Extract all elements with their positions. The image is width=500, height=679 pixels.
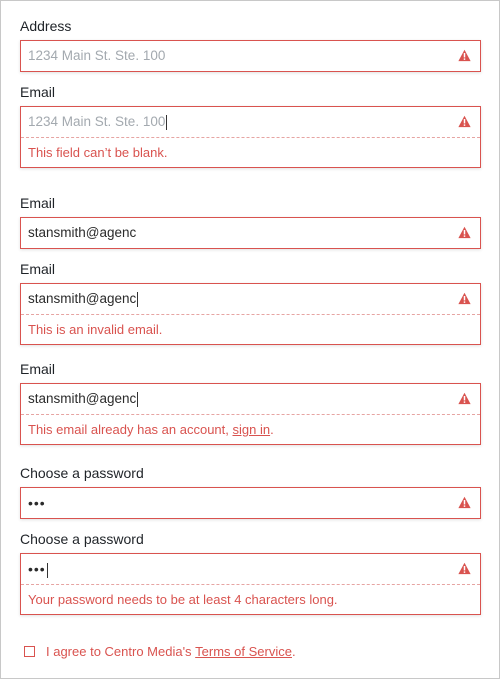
- password-label: Choose a password: [20, 465, 144, 481]
- email-field-group-invalid: Email stansmith@agenc This is an invalid…: [20, 260, 481, 345]
- text-caret: [46, 562, 48, 578]
- error-message: This is an invalid email.: [21, 314, 480, 344]
- email-label: Email: [20, 361, 56, 377]
- warning-triangle-icon: [458, 392, 471, 405]
- password-input[interactable]: •••: [20, 487, 481, 519]
- email-label: Email: [20, 261, 56, 277]
- email-input-blank[interactable]: 1234 Main St. Ste. 100 This field can’t …: [20, 106, 481, 168]
- error-text: This email already has an account,: [28, 422, 233, 437]
- email-value: stansmith@agenc: [28, 291, 137, 306]
- error-suffix: .: [270, 422, 274, 437]
- warning-triangle-icon: [458, 496, 471, 509]
- email-label: Email: [20, 195, 56, 211]
- warning-triangle-icon: [458, 115, 471, 128]
- warning-triangle-icon: [458, 292, 471, 305]
- address-placeholder: 1234 Main St. Ste. 100: [28, 48, 166, 63]
- text-caret: [166, 114, 168, 130]
- password-field-group-short: Choose a password ••• Your password need…: [20, 530, 481, 615]
- error-message: This email already has an account, sign …: [21, 414, 480, 444]
- error-message: This field can’t be blank.: [21, 137, 480, 167]
- password-input-short[interactable]: ••• Your password needs to be at least 4…: [20, 553, 481, 615]
- text-caret: [137, 391, 139, 407]
- email-input[interactable]: stansmith@agenc: [20, 217, 481, 249]
- address-field-group: Address 1234 Main St. Ste. 100: [20, 17, 481, 72]
- terms-text: I agree to Centro Media's: [46, 643, 196, 659]
- password-value: •••: [28, 561, 46, 577]
- sign-in-link[interactable]: sign in: [233, 422, 271, 437]
- email-input-invalid[interactable]: stansmith@agenc This is an invalid email…: [20, 283, 481, 345]
- error-message: Your password needs to be at least 4 cha…: [21, 584, 480, 614]
- terms-suffix: .: [291, 643, 296, 659]
- email-label: Email: [20, 84, 56, 100]
- password-label: Choose a password: [20, 531, 144, 547]
- email-input-existing[interactable]: stansmith@agenc This email already has a…: [20, 383, 481, 445]
- email-field-group-blank: Email 1234 Main St. Ste. 100 This field …: [20, 83, 481, 168]
- warning-triangle-icon: [458, 49, 471, 62]
- text-caret: [137, 291, 139, 307]
- address-label: Address: [20, 18, 72, 34]
- warning-triangle-icon: [458, 226, 471, 239]
- password-value: •••: [28, 495, 46, 511]
- address-input[interactable]: 1234 Main St. Ste. 100: [20, 40, 481, 72]
- terms-of-service-link[interactable]: Terms of Service: [195, 644, 292, 659]
- email-placeholder: 1234 Main St. Ste. 100: [28, 114, 166, 129]
- email-field-group: Email stansmith@agenc: [20, 194, 481, 249]
- terms-checkbox[interactable]: [24, 645, 35, 657]
- email-value: stansmith@agenc: [28, 391, 137, 406]
- email-value: stansmith@agenc: [28, 225, 137, 240]
- email-field-group-existing: Email stansmith@agenc This email already…: [20, 360, 481, 445]
- terms-row: I agree to Centro Media's Terms of Servi…: [24, 642, 296, 660]
- warning-triangle-icon: [458, 562, 471, 575]
- password-field-group: Choose a password •••: [20, 464, 481, 519]
